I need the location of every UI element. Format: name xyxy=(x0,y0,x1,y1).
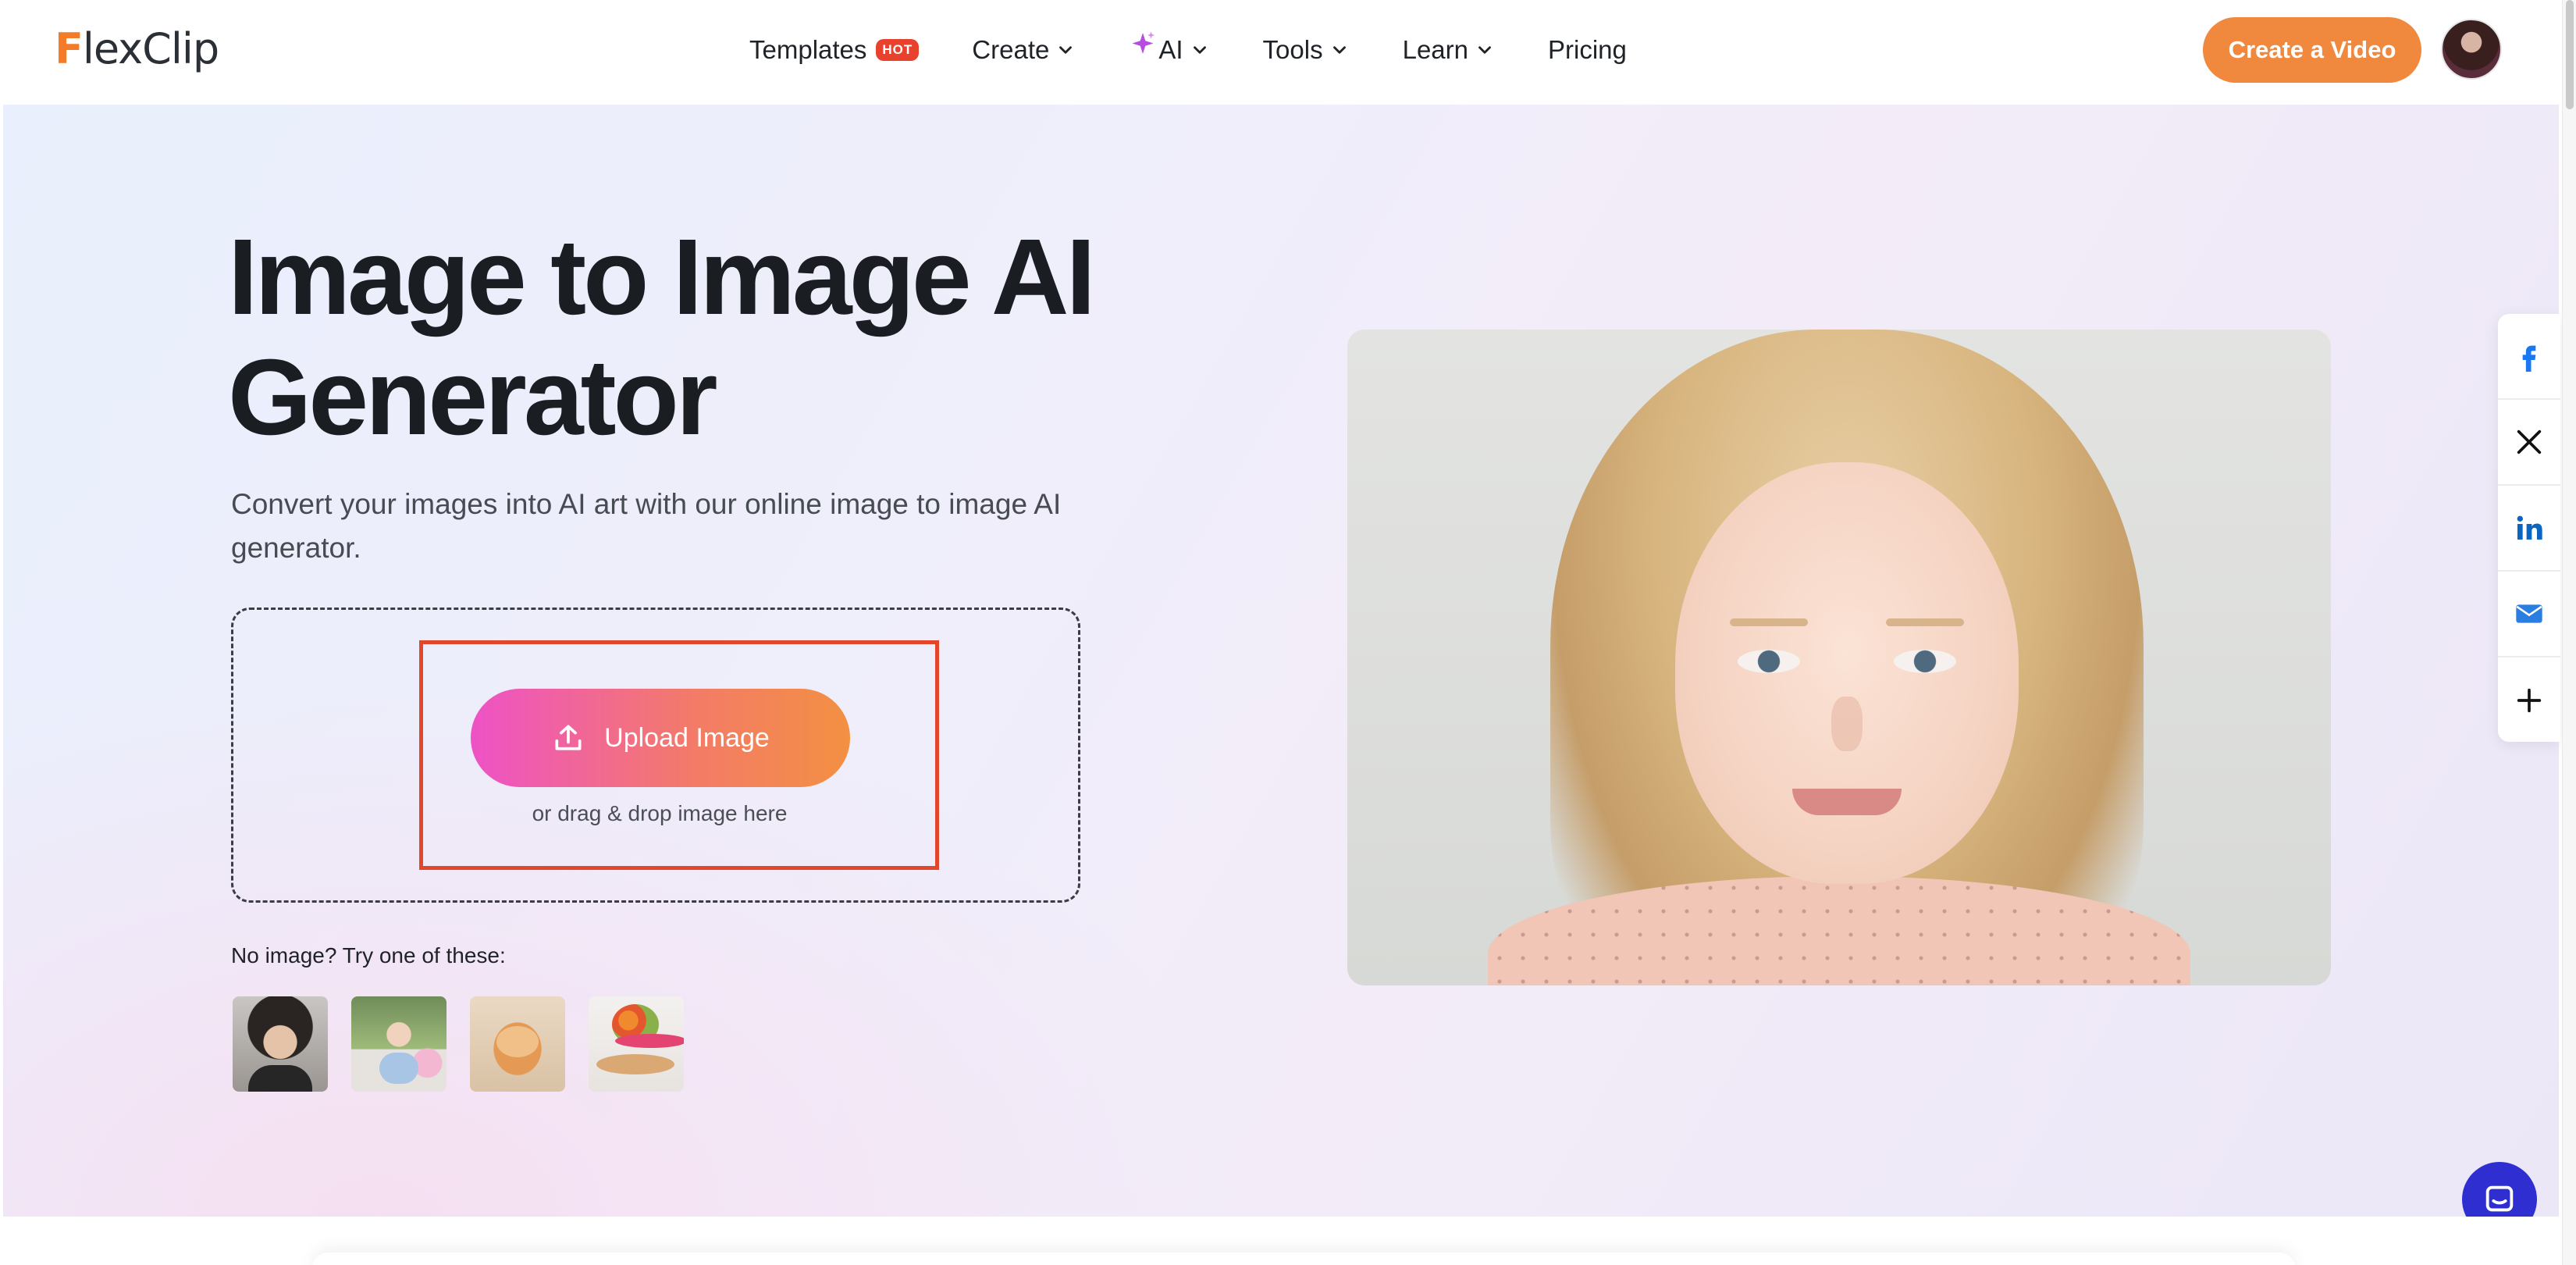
nav-learn[interactable]: Learn xyxy=(1403,28,1495,72)
nav-ai-label: AI xyxy=(1158,35,1183,64)
photo-mouth xyxy=(1792,789,1902,815)
hot-badge: HOT xyxy=(876,39,920,61)
page-title-line-1: Image to Image AI xyxy=(228,217,1096,337)
mail-icon xyxy=(2516,604,2542,623)
sample-image-flowers[interactable] xyxy=(589,996,684,1092)
page-scrollbar[interactable] xyxy=(2562,0,2576,1265)
chevron-down-icon xyxy=(1478,46,1491,54)
plus-icon xyxy=(2517,688,2542,713)
upload-image-button[interactable]: Upload Image xyxy=(471,689,850,787)
user-avatar[interactable] xyxy=(2441,19,2502,80)
photo-brow xyxy=(1886,618,1964,626)
nav-templates-label: Templates xyxy=(749,35,867,64)
facebook-icon xyxy=(2522,345,2536,372)
sample-image-cat[interactable] xyxy=(470,996,565,1092)
share-facebook[interactable] xyxy=(2498,314,2560,400)
nav-templates[interactable]: Templates HOT xyxy=(749,28,920,72)
share-x[interactable] xyxy=(2498,400,2560,486)
share-rail xyxy=(2498,314,2560,742)
nav-create-label: Create xyxy=(972,35,1050,64)
nav-tools-label: Tools xyxy=(1262,35,1323,64)
create-video-button[interactable]: Create a Video xyxy=(2203,17,2421,83)
sample-images xyxy=(233,996,707,1092)
linkedin-icon xyxy=(2517,515,2542,540)
share-linkedin[interactable] xyxy=(2498,486,2560,572)
share-more[interactable] xyxy=(2498,657,2560,743)
share-email[interactable] xyxy=(2498,572,2560,657)
upload-image-label: Upload Image xyxy=(604,722,770,753)
upload-icon xyxy=(555,725,582,750)
photo-eye xyxy=(1738,650,1800,673)
nav-tools[interactable]: Tools xyxy=(1263,28,1350,72)
photo-nose xyxy=(1831,697,1863,751)
sample-image-boy[interactable] xyxy=(233,996,328,1092)
page-title-line-2: Generator xyxy=(228,337,718,458)
nav-create[interactable]: Create xyxy=(972,28,1076,72)
nav-pricing-label: Pricing xyxy=(1548,35,1627,64)
logo-letter: F xyxy=(55,23,84,73)
photo-brow xyxy=(1730,618,1808,626)
nav-learn-label: Learn xyxy=(1402,35,1468,64)
drag-drop-hint: or drag & drop image here xyxy=(532,801,788,825)
sample-images-label: No image? Try one of these: xyxy=(231,943,506,967)
chevron-down-icon xyxy=(1059,46,1073,54)
sample-image-toddler[interactable] xyxy=(351,996,447,1092)
logo-wordmark: lexClip xyxy=(82,23,219,73)
sparkle-icon xyxy=(1132,31,1155,54)
top-navigation: FlexClip Templates HOT Create AI Tools L… xyxy=(0,0,2576,105)
hero-example-photo xyxy=(1347,330,2331,985)
flexclip-logo[interactable]: FlexClip xyxy=(55,23,219,73)
chat-icon xyxy=(2485,1185,2514,1212)
nav-pricing[interactable]: Pricing xyxy=(1548,28,1627,72)
page-subtitle: Convert your images into AI art with our… xyxy=(231,488,1062,564)
scrollbar-thumb[interactable] xyxy=(2566,0,2574,109)
photo-eye xyxy=(1894,650,1956,673)
main-menu: Templates HOT Create AI Tools Learn Pric… xyxy=(749,28,1680,72)
x-icon xyxy=(2517,429,2542,454)
nav-ai[interactable]: AI xyxy=(1129,28,1209,72)
photo-face xyxy=(1675,462,2019,884)
next-section-card xyxy=(312,1253,2295,1265)
page-title: Image to Image AI Generator xyxy=(228,217,1165,458)
chevron-down-icon xyxy=(1193,46,1206,54)
chevron-down-icon xyxy=(1332,46,1346,54)
